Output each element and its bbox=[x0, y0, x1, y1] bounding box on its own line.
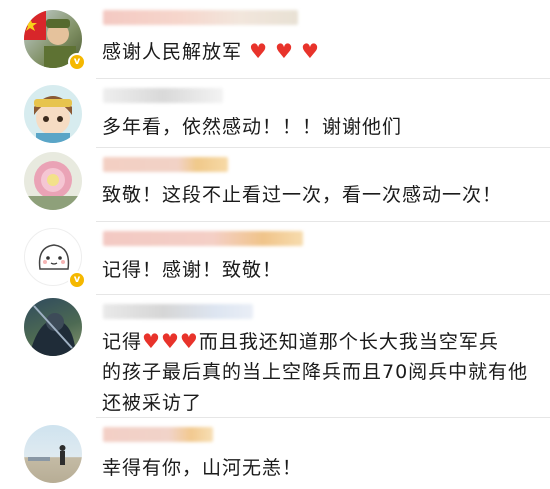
avatar-image bbox=[34, 96, 72, 143]
comment-text-body: 致敬！这段不止看过一次，看一次感动一次！ bbox=[102, 184, 503, 206]
username-blurred[interactable] bbox=[103, 10, 298, 25]
heart-icon: ♥ bbox=[275, 39, 294, 63]
username-blurred[interactable] bbox=[103, 231, 303, 246]
verified-badge-icon: v bbox=[68, 53, 86, 71]
avatar[interactable] bbox=[24, 152, 82, 210]
heart-icon: ♥ bbox=[301, 39, 320, 63]
comment-item-4: v 记得！感谢！致敬！ bbox=[0, 221, 550, 295]
comment-text-line1: 而且我还知道那个长大我当空军兵 bbox=[198, 331, 499, 353]
comment-item-5: 记得♥♥♥而且我还知道那个长大我当空军兵 的孩子最后真的当上空降兵而且70阅兵中… bbox=[0, 294, 550, 418]
comment-text-body: 感谢人民解放军 bbox=[102, 41, 243, 63]
avatar-image bbox=[24, 161, 82, 210]
comment-text: 多年看，依然感动！！！谢谢他们 bbox=[102, 112, 402, 143]
comment-text-body: 记得！感谢！致敬！ bbox=[102, 259, 283, 281]
comment-item-1: v 感谢人民解放军 ♥ ♥ ♥ bbox=[0, 0, 550, 80]
comment-text: 幸得有你，山河无恙！ bbox=[102, 453, 302, 484]
username-blurred[interactable] bbox=[103, 157, 228, 172]
comment-text-line-3: 还被采访了 bbox=[102, 388, 202, 419]
username-blurred[interactable] bbox=[103, 304, 253, 319]
comment-text: 感谢人民解放军 ♥ ♥ ♥ bbox=[102, 36, 320, 68]
comment-text: 致敬！这段不止看过一次，看一次感动一次！ bbox=[102, 180, 502, 211]
avatar[interactable] bbox=[24, 85, 82, 143]
verified-badge-icon: v bbox=[68, 271, 86, 289]
avatar[interactable] bbox=[24, 298, 82, 356]
avatar[interactable] bbox=[24, 425, 82, 483]
comment-text-line3: 还被采访了 bbox=[102, 392, 203, 414]
comment-text-prefix: 记得 bbox=[102, 331, 143, 353]
heart-icon: ♥ bbox=[179, 329, 199, 353]
comment-item-2: 多年看，依然感动！！！谢谢他们 bbox=[0, 78, 550, 152]
avatar-image bbox=[29, 305, 76, 356]
comment-text-body: 多年看，依然感动！！！谢谢他们 bbox=[102, 116, 403, 138]
username-blurred[interactable] bbox=[103, 88, 223, 103]
comment-text: 记得♥♥♥而且我还知道那个长大我当空军兵 bbox=[102, 326, 499, 358]
comment-text-line2: 的孩子最后真的当上空降兵而且70阅兵中就有他 bbox=[102, 361, 529, 383]
avatar-image bbox=[28, 445, 66, 465]
username-blurred[interactable] bbox=[103, 427, 213, 442]
heart-icon: ♥ bbox=[142, 329, 161, 353]
comment-item-6: 幸得有你，山河无恙！ bbox=[0, 417, 550, 489]
comment-text: 记得！感谢！致敬！ bbox=[102, 255, 282, 286]
heart-icon: ♥ bbox=[160, 329, 180, 353]
comment-text-body: 幸得有你，山河无恙！ bbox=[102, 457, 303, 479]
heart-icon: ♥ bbox=[249, 39, 268, 63]
comment-text-line-2: 的孩子最后真的当上空降兵而且70阅兵中就有他 bbox=[102, 357, 528, 388]
comment-item-3: 致敬！这段不止看过一次，看一次感动一次！ bbox=[0, 147, 550, 223]
